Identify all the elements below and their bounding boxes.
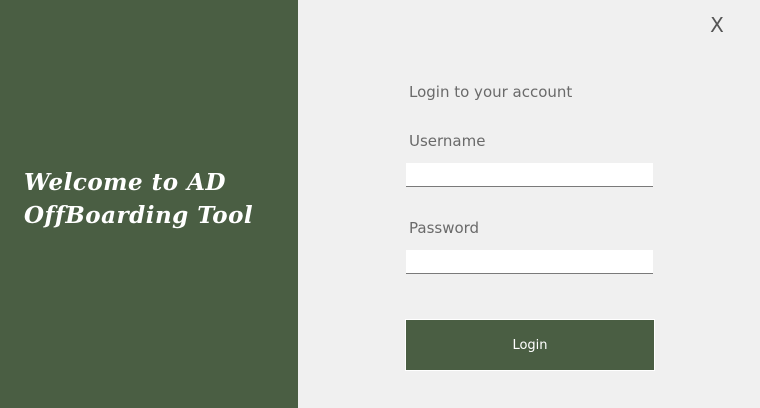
login-window: Welcome to AD OffBoarding Tool X Login t… [0,0,760,408]
welcome-title: Welcome to AD OffBoarding Tool [24,166,294,232]
password-field[interactable] [406,250,653,274]
welcome-panel: Welcome to AD OffBoarding Tool [0,0,298,408]
username-field[interactable] [406,163,653,187]
username-label: Username [409,132,486,150]
form-heading: Login to your account [409,83,573,101]
welcome-line-2: OffBoarding Tool [24,202,254,229]
welcome-line-1: Welcome to AD [24,169,226,196]
close-button[interactable]: X [706,12,728,38]
login-button[interactable]: Login [405,319,655,371]
password-label: Password [409,219,480,237]
